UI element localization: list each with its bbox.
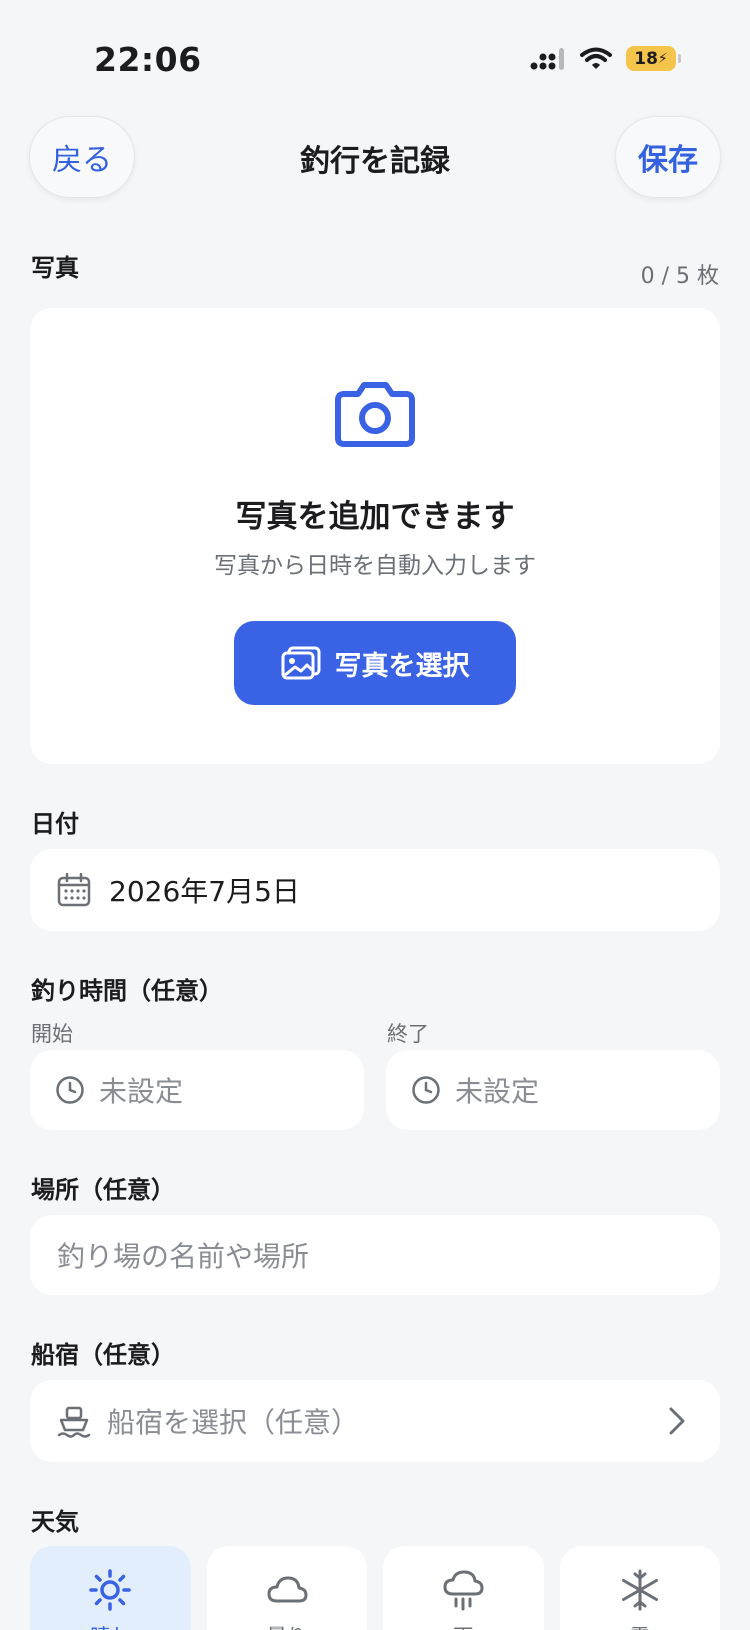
- weather-options: 晴れ 曇り 雨 雪: [30, 1546, 720, 1630]
- weather-option-label: 雨: [453, 1620, 473, 1630]
- snow-icon: [621, 1569, 658, 1611]
- sun-icon: [89, 1569, 131, 1611]
- record-trip-screen: 22:06 18 ⚡ 戻る 釣行を記録 保存 写真 0 / 5 枚 写真を追加で…: [0, 0, 750, 1630]
- status-bar: 22:06 18 ⚡: [0, 0, 750, 110]
- ship-icon: [57, 1406, 91, 1438]
- clock-icon: [412, 1076, 440, 1104]
- date-label: 日付: [31, 810, 79, 838]
- select-photo-label: 写真を選択: [334, 650, 470, 682]
- weather-option-label: 曇り: [267, 1620, 307, 1630]
- fishing-time-label: 釣り時間（任意）: [31, 977, 223, 1005]
- photos-label: 写真: [31, 254, 79, 282]
- rain-icon: [443, 1570, 484, 1611]
- end-time-field[interactable]: 未設定: [386, 1050, 720, 1130]
- weather-option-rain[interactable]: 雨: [383, 1546, 544, 1630]
- date-value: 2026年7月5日: [109, 875, 300, 908]
- status-icons: 18 ⚡: [530, 46, 681, 71]
- save-button[interactable]: 保存: [615, 116, 721, 198]
- battery-level: 18: [634, 48, 658, 69]
- cellular-signal-icon: [530, 47, 564, 70]
- place-placeholder: 釣り場の名前や場所: [57, 1240, 310, 1273]
- chevron-right-icon: [669, 1407, 685, 1435]
- status-time: 22:06: [94, 40, 202, 79]
- gallery-icon: [281, 646, 320, 680]
- end-time-value: 未設定: [455, 1075, 540, 1108]
- weather-label: 天気: [31, 1508, 79, 1536]
- camera-icon: [335, 382, 415, 447]
- start-time-field[interactable]: 未設定: [30, 1050, 364, 1130]
- photo-counter: 0 / 5 枚: [640, 264, 719, 289]
- boat-placeholder: 船宿を選択（任意）: [107, 1406, 360, 1439]
- weather-option-sunny[interactable]: 晴れ: [30, 1546, 191, 1630]
- boat-label: 船宿（任意）: [31, 1341, 175, 1369]
- boat-select[interactable]: 船宿を選択（任意）: [30, 1380, 720, 1462]
- wifi-icon: [580, 47, 612, 69]
- select-photo-button[interactable]: 写真を選択: [234, 621, 516, 705]
- charging-icon: ⚡: [657, 50, 668, 67]
- photo-empty-subtitle: 写真から日時を自動入力します: [214, 553, 536, 579]
- calendar-icon: [57, 873, 91, 907]
- weather-option-label: 晴れ: [90, 1620, 130, 1630]
- end-time-label: 終了: [387, 1022, 429, 1046]
- clock-icon: [56, 1076, 84, 1104]
- weather-option-label: 雪: [630, 1620, 650, 1630]
- start-time-label: 開始: [31, 1022, 73, 1046]
- place-label: 場所（任意）: [31, 1176, 175, 1204]
- place-input[interactable]: 釣り場の名前や場所: [30, 1215, 720, 1295]
- weather-option-cloudy[interactable]: 曇り: [206, 1546, 367, 1630]
- cloud-icon: [267, 1576, 308, 1603]
- weather-option-snow[interactable]: 雪: [559, 1546, 720, 1630]
- photo-empty-title: 写真を追加できます: [235, 499, 515, 535]
- start-time-value: 未設定: [99, 1075, 184, 1108]
- battery-indicator: 18 ⚡: [626, 46, 681, 71]
- date-field[interactable]: 2026年7月5日: [30, 849, 720, 931]
